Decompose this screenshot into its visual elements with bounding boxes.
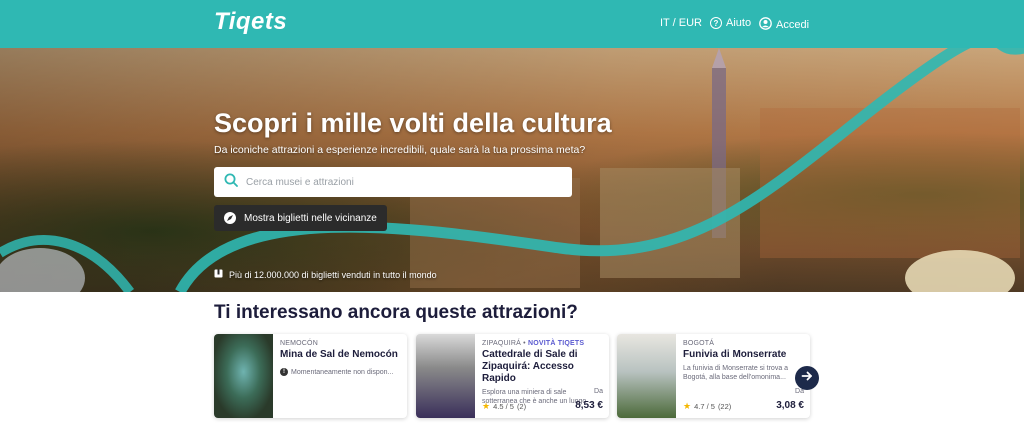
tiqets-logo[interactable]: Tiqets — [214, 8, 287, 36]
review-count: (2) — [516, 402, 527, 411]
arrow-right-icon — [801, 369, 813, 387]
card-location: ZIPAQUIRÁ • NOVITÀ TIQETS — [482, 340, 603, 347]
login-link[interactable]: Accedi — [759, 17, 809, 33]
tickets-sold-note: Più di 12.000.000 di biglietti venduti i… — [214, 269, 437, 280]
nearby-label: Mostra biglietti nelle vicinanze — [244, 212, 377, 224]
card-price: Da 3,08 € — [776, 388, 804, 413]
card-title: Mina de Sal de Nemocón — [280, 349, 398, 360]
top-header: Tiqets IT / EUR ? Aiuto Accedi — [0, 0, 1024, 48]
card-body: NEMOCÓN Mina de Sal de Nemocón ! Momenta… — [280, 340, 401, 376]
search-box[interactable] — [214, 167, 572, 197]
login-label: Accedi — [776, 19, 810, 31]
card-description: La funivia di Monserrate si trova a Bogo… — [683, 365, 789, 381]
price-value: 8,53 € — [575, 400, 603, 411]
search-input[interactable] — [246, 176, 546, 188]
price-value: 3,08 € — [776, 400, 804, 411]
info-icon: ! — [280, 368, 288, 376]
locale-label: IT / EUR — [660, 17, 702, 29]
help-label: Aiuto — [726, 17, 752, 29]
card-location: NEMOCÓN — [280, 340, 318, 347]
carousel-next-button[interactable] — [795, 366, 819, 390]
help-circle-icon: ? — [710, 17, 722, 29]
nearby-tickets-button[interactable]: Mostra biglietti nelle vicinanze — [214, 205, 387, 231]
new-badge: NOVITÀ TIQETS — [527, 340, 585, 347]
rating-value: 4.5 / 5 — [493, 402, 514, 411]
attraction-card[interactable]: NEMOCÓN Mina de Sal de Nemocón ! Momenta… — [214, 334, 407, 418]
hero-title: Scopri i mille volti della cultura — [214, 108, 612, 138]
hero-banner: Scopri i mille volti della cultura Da ic… — [0, 48, 1024, 292]
star-icon: ★ — [683, 401, 692, 411]
locale-selector[interactable]: IT / EUR — [660, 17, 702, 29]
card-title: Cattedrale di Sale di Zipaquirá: Accesso… — [482, 349, 578, 384]
price-from-label: Da — [795, 388, 804, 395]
tickets-sold-label: Più di 12.000.000 di biglietti venduti i… — [229, 269, 437, 280]
attraction-card[interactable]: ZIPAQUIRÁ • NOVITÀ TIQETS Cattedrale di … — [416, 334, 609, 418]
availability-status: ! Momentaneamente non dispon... — [280, 368, 401, 376]
search-icon — [224, 173, 238, 192]
card-location-name: ZIPAQUIRÁ — [482, 340, 522, 347]
ticket-icon — [214, 269, 223, 280]
card-price: Da 8,53 € — [575, 388, 603, 413]
card-location: BOGOTÁ — [683, 340, 715, 347]
compass-icon — [224, 212, 236, 224]
star-icon: ★ — [482, 401, 491, 411]
card-rating: ★ 4.5 / 5 (2) — [482, 401, 526, 412]
recent-attractions-title: Ti interessano ancora queste attrazioni? — [214, 302, 578, 323]
attraction-thumbnail — [617, 334, 676, 418]
attraction-thumbnail — [416, 334, 475, 418]
user-icon — [759, 17, 772, 33]
review-count: (22) — [717, 402, 732, 411]
hero-subtitle: Da iconiche attrazioni a esperienze incr… — [214, 144, 586, 156]
attraction-thumbnail — [214, 334, 273, 418]
card-title: Funivia di Monserrate — [683, 349, 787, 360]
availability-label: Momentaneamente non dispon... — [291, 368, 394, 376]
help-link[interactable]: ? Aiuto — [710, 17, 751, 29]
card-rating: ★ 4.7 / 5 (22) — [683, 401, 731, 412]
rating-value: 4.7 / 5 — [694, 402, 715, 411]
card-body: BOGOTÁ Funivia di Monserrate La funivia … — [683, 340, 804, 382]
attraction-card[interactable]: BOGOTÁ Funivia di Monserrate La funivia … — [617, 334, 810, 418]
price-from-label: Da — [594, 388, 603, 395]
